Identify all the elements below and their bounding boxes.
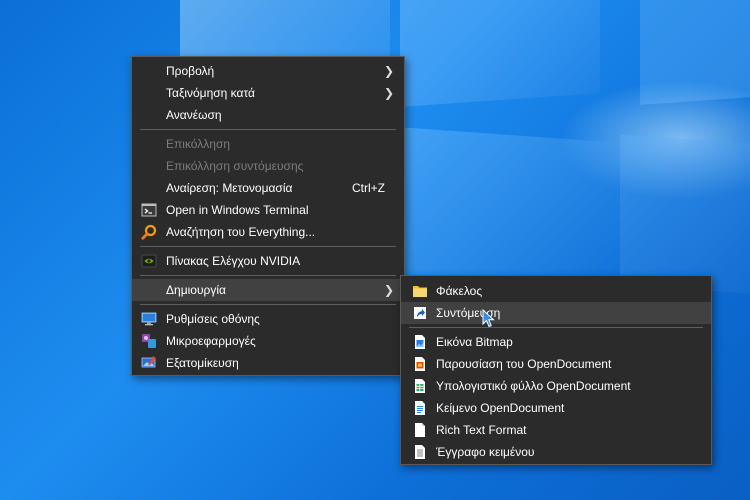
magnifier-icon bbox=[141, 224, 157, 240]
menu-item-view[interactable]: Προβολή ❯ bbox=[132, 60, 404, 82]
menu-item-label: Αναίρεση: Μετονομασία bbox=[166, 181, 293, 195]
personalize-icon bbox=[141, 356, 156, 368]
menu-item-label: Έγγραφο κειμένου bbox=[436, 445, 535, 459]
menu-item-label: Rich Text Format bbox=[436, 423, 527, 437]
spreadsheet-file-icon bbox=[415, 379, 425, 393]
gadgets-icon bbox=[142, 334, 156, 348]
submenu-item-bitmap[interactable]: Εικόνα Bitmap bbox=[401, 331, 711, 353]
menu-item-paste-shortcut[interactable]: Επικόλληση συντόμευσης bbox=[132, 155, 404, 177]
menu-item-display-settings[interactable]: Ρυθμίσεις οθόνης bbox=[132, 308, 404, 330]
keyboard-shortcut: Ctrl+Z bbox=[352, 181, 385, 195]
menu-item-label: Κείμενο OpenDocument bbox=[436, 401, 565, 415]
menu-item-gadgets[interactable]: Μικροεφαρμογές bbox=[132, 330, 404, 352]
submenu-item-rtf[interactable]: Rich Text Format bbox=[401, 419, 711, 441]
submenu-item-ods[interactable]: Υπολογιστικό φύλλο OpenDocument bbox=[401, 375, 711, 397]
submenu-item-odt[interactable]: Κείμενο OpenDocument bbox=[401, 397, 711, 419]
menu-item-personalize[interactable]: Εξατομίκευση bbox=[132, 352, 404, 374]
submenu-item-shortcut[interactable]: Συντόμευση bbox=[401, 302, 711, 324]
menu-item-label: Ταξινόμηση κατά bbox=[166, 86, 255, 100]
menu-item-nvidia-control-panel[interactable]: Πίνακας Ελέγχου NVIDIA bbox=[132, 250, 404, 272]
menu-separator bbox=[140, 304, 396, 305]
chevron-right-icon: ❯ bbox=[383, 64, 394, 78]
menu-item-label: Παρουσίαση του OpenDocument bbox=[436, 357, 612, 371]
menu-item-label: Επικόλληση συντόμευσης bbox=[166, 159, 304, 173]
bitmap-file-icon bbox=[415, 335, 425, 349]
wallpaper-pane bbox=[620, 134, 750, 296]
menu-item-label: Ανανέωση bbox=[166, 108, 222, 122]
menu-separator bbox=[140, 246, 396, 247]
menu-item-label: Αναζήτηση του Everything... bbox=[166, 225, 316, 239]
menu-item-label: Open in Windows Terminal bbox=[166, 203, 309, 217]
menu-separator bbox=[409, 327, 703, 328]
notepad-file-icon bbox=[415, 445, 425, 459]
chevron-right-icon: ❯ bbox=[383, 86, 394, 100]
menu-item-new[interactable]: Δημιουργία ❯ bbox=[132, 279, 404, 301]
menu-item-undo-rename[interactable]: Αναίρεση: Μετονομασία Ctrl+Z bbox=[132, 177, 404, 199]
menu-separator bbox=[140, 275, 396, 276]
menu-item-label: Επικόλληση bbox=[166, 137, 231, 151]
menu-item-label: Εικόνα Bitmap bbox=[436, 335, 513, 349]
presentation-file-icon bbox=[415, 357, 425, 371]
text-document-file-icon bbox=[415, 401, 425, 415]
submenu-item-text-document[interactable]: Έγγραφο κειμένου bbox=[401, 441, 711, 463]
submenu-item-folder[interactable]: Φάκελος bbox=[401, 280, 711, 302]
mouse-pointer-icon bbox=[482, 309, 495, 328]
folder-icon bbox=[413, 286, 427, 297]
menu-item-sort-by[interactable]: Ταξινόμηση κατά ❯ bbox=[132, 82, 404, 104]
monitor-icon bbox=[141, 312, 157, 326]
menu-item-label: Μικροεφαρμογές bbox=[166, 334, 256, 348]
menu-item-label: Ρυθμίσεις οθόνης bbox=[166, 312, 260, 326]
terminal-icon bbox=[141, 203, 157, 217]
new-submenu: Φάκελος Συντόμευση Εικόνα Bitmap Παρουσί… bbox=[400, 275, 712, 465]
chevron-right-icon: ❯ bbox=[383, 283, 394, 297]
submenu-item-odp[interactable]: Παρουσίαση του OpenDocument bbox=[401, 353, 711, 375]
wallpaper-pane bbox=[400, 127, 620, 293]
menu-item-label: Προβολή bbox=[166, 64, 215, 78]
menu-item-open-terminal[interactable]: Open in Windows Terminal bbox=[132, 199, 404, 221]
menu-item-paste[interactable]: Επικόλληση bbox=[132, 133, 404, 155]
menu-separator bbox=[140, 129, 396, 130]
menu-item-label: Εξατομίκευση bbox=[166, 356, 239, 370]
rtf-file-icon bbox=[415, 423, 425, 437]
menu-item-refresh[interactable]: Ανανέωση bbox=[132, 104, 404, 126]
menu-item-label: Δημιουργία bbox=[166, 283, 226, 297]
shortcut-arrow-icon bbox=[414, 307, 426, 319]
desktop-context-menu: Προβολή ❯ Ταξινόμηση κατά ❯ Ανανέωση Επι… bbox=[131, 56, 405, 376]
menu-item-label: Φάκελος bbox=[436, 284, 483, 298]
nvidia-icon bbox=[141, 254, 157, 268]
menu-item-label: Πίνακας Ελέγχου NVIDIA bbox=[166, 254, 301, 268]
menu-item-label: Υπολογιστικό φύλλο OpenDocument bbox=[436, 379, 631, 393]
menu-item-search-everything[interactable]: Αναζήτηση του Everything... bbox=[132, 221, 404, 243]
